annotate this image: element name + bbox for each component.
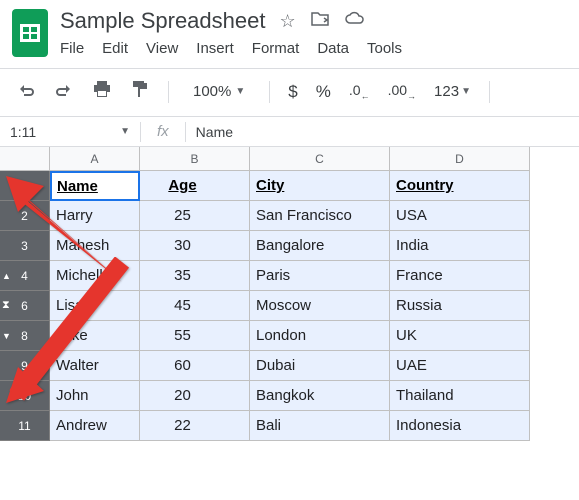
- cell[interactable]: Indonesia: [390, 411, 530, 441]
- cell[interactable]: 60: [140, 351, 250, 381]
- cell[interactable]: Andrew: [50, 411, 140, 441]
- sheets-logo[interactable]: [10, 8, 50, 58]
- menu-insert[interactable]: Insert: [196, 40, 234, 57]
- cell[interactable]: 25: [140, 201, 250, 231]
- spreadsheet-grid: A B C D 1 Name Age City Country 2 Harry …: [0, 147, 579, 441]
- chevron-down-icon: ▼: [120, 126, 130, 137]
- cell[interactable]: USA: [390, 201, 530, 231]
- menu-bar: File Edit View Insert Format Data Tools: [60, 40, 569, 57]
- cell[interactable]: San Francisco: [250, 201, 390, 231]
- zoom-dropdown[interactable]: 100% ▼: [187, 83, 251, 100]
- chevron-down-icon: ▼: [235, 86, 245, 97]
- cell[interactable]: 55: [140, 321, 250, 351]
- undo-icon[interactable]: [16, 81, 36, 102]
- cell[interactable]: 22: [140, 411, 250, 441]
- cell[interactable]: Bali: [250, 411, 390, 441]
- cell[interactable]: Dubai: [250, 351, 390, 381]
- menu-edit[interactable]: Edit: [102, 40, 128, 57]
- currency-icon[interactable]: $: [288, 82, 297, 102]
- cell[interactable]: India: [390, 231, 530, 261]
- cell[interactable]: Paris: [250, 261, 390, 291]
- menu-format[interactable]: Format: [252, 40, 300, 57]
- cell[interactable]: London: [250, 321, 390, 351]
- formula-bar[interactable]: Name: [196, 124, 233, 140]
- row-header[interactable]: 11: [0, 411, 50, 441]
- column-header-c[interactable]: C: [250, 147, 390, 171]
- name-box[interactable]: 1:11 ▼: [0, 124, 140, 140]
- name-box-value: 1:11: [10, 124, 36, 140]
- menu-file[interactable]: File: [60, 40, 84, 57]
- print-icon[interactable]: [92, 80, 112, 103]
- fx-icon: fx: [141, 123, 185, 140]
- column-header-b[interactable]: B: [140, 147, 250, 171]
- cell-d1[interactable]: Country: [390, 171, 530, 201]
- cell[interactable]: Bangkok: [250, 381, 390, 411]
- cell[interactable]: Thailand: [390, 381, 530, 411]
- cell[interactable]: Bangalore: [250, 231, 390, 261]
- column-header-d[interactable]: D: [390, 147, 530, 171]
- number-format-label: 123: [434, 83, 459, 100]
- menu-data[interactable]: Data: [317, 40, 349, 57]
- cloud-status-icon[interactable]: [344, 11, 366, 32]
- increase-decimal-icon[interactable]: .00→: [388, 82, 416, 101]
- cell[interactable]: Russia: [390, 291, 530, 321]
- cell[interactable]: 30: [140, 231, 250, 261]
- select-all-corner[interactable]: [0, 147, 50, 171]
- toolbar: 100% ▼ $ % .0← .00→ 123 ▼: [0, 79, 579, 116]
- cell[interactable]: Moscow: [250, 291, 390, 321]
- menu-view[interactable]: View: [146, 40, 178, 57]
- number-format-dropdown[interactable]: 123 ▼: [434, 83, 471, 100]
- annotation-arrow: [2, 257, 132, 412]
- zoom-value: 100%: [193, 83, 231, 100]
- cell[interactable]: UK: [390, 321, 530, 351]
- document-title[interactable]: Sample Spreadsheet: [60, 8, 265, 34]
- redo-icon[interactable]: [54, 81, 74, 102]
- cell[interactable]: 35: [140, 261, 250, 291]
- column-header-a[interactable]: A: [50, 147, 140, 171]
- percent-icon[interactable]: %: [316, 82, 331, 102]
- cell-c1[interactable]: City: [250, 171, 390, 201]
- decrease-decimal-icon[interactable]: .0←: [349, 82, 370, 101]
- cell-b1[interactable]: Age: [140, 171, 250, 201]
- star-icon[interactable]: ☆: [279, 11, 295, 32]
- cell[interactable]: 45: [140, 291, 250, 321]
- menu-tools[interactable]: Tools: [367, 40, 402, 57]
- paint-format-icon[interactable]: [130, 79, 150, 104]
- cell[interactable]: France: [390, 261, 530, 291]
- cell[interactable]: 20: [140, 381, 250, 411]
- cell[interactable]: UAE: [390, 351, 530, 381]
- move-icon[interactable]: [310, 11, 330, 32]
- chevron-down-icon: ▼: [461, 86, 471, 97]
